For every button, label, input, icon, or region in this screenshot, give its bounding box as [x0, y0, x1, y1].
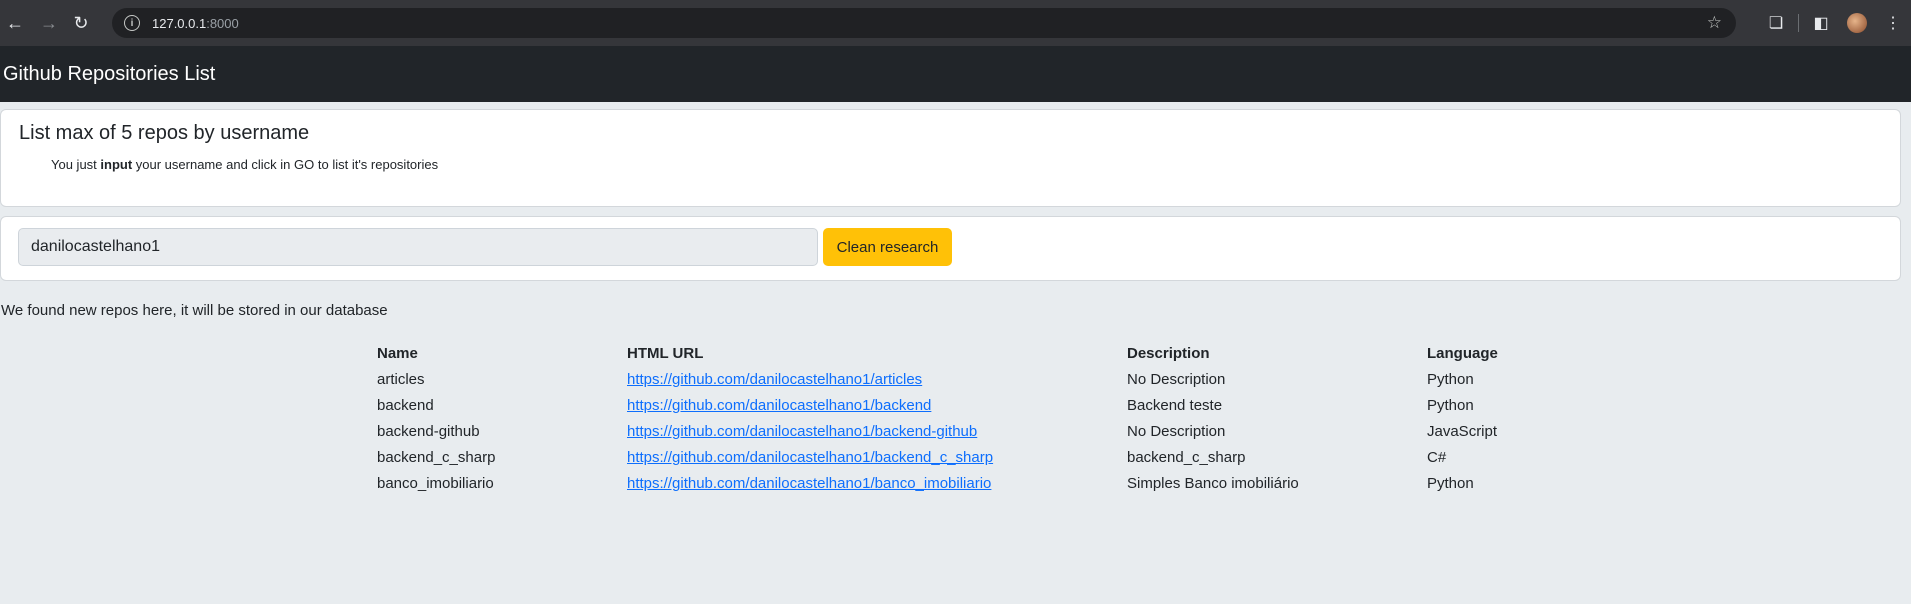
repos-table: Name HTML URL Description Language artic… [377, 340, 1577, 496]
forward-arrow-icon[interactable]: → [36, 10, 62, 36]
profile-avatar[interactable] [1839, 13, 1875, 33]
bookmark-star-icon[interactable]: ☆ [1707, 13, 1722, 33]
intro-text: You just input your username and click i… [51, 157, 439, 172]
repo-url-link[interactable]: https://github.com/danilocastelhano1/bac… [627, 449, 993, 466]
header-url: HTML URL [627, 344, 704, 362]
navbar-brand[interactable]: Github Repositories List [3, 63, 215, 86]
username-input[interactable] [18, 228, 818, 266]
repo-name: backend [377, 396, 434, 414]
address-bar[interactable]: i 127.0.0.1:8000 ☆ [112, 8, 1736, 38]
url-text[interactable]: 127.0.0.1:8000 [152, 16, 239, 31]
extensions-icon[interactable]: ❏ [1758, 13, 1794, 33]
header-description: Description [1127, 344, 1210, 362]
repo-url-link[interactable]: https://github.com/danilocastelhano1/bac… [627, 423, 977, 440]
toolbar-divider [1798, 14, 1799, 32]
repo-name: articles [377, 370, 425, 388]
table-row: backend https://github.com/danilocastelh… [377, 392, 1577, 418]
repo-description: No Description [1127, 370, 1226, 388]
repo-name: backend_c_sharp [377, 448, 496, 466]
repo-description: Backend teste [1127, 396, 1223, 414]
repo-language: JavaScript [1427, 422, 1498, 440]
repo-description: backend_c_sharp [1127, 448, 1246, 466]
repo-url-link[interactable]: https://github.com/danilocastelhano1/ban… [627, 475, 991, 492]
repo-language: Python [1427, 474, 1474, 492]
repo-description: No Description [1127, 422, 1226, 440]
repo-url-link[interactable]: https://github.com/danilocastelhano1/bac… [627, 397, 931, 414]
header-name: Name [377, 344, 418, 362]
avatar [1847, 13, 1867, 33]
intro-title: List max of 5 repos by username [19, 122, 310, 144]
search-card: Clean research [0, 216, 1901, 281]
repo-language: Python [1427, 396, 1474, 414]
repo-name: banco_imobiliario [377, 474, 494, 492]
repo-language: Python [1427, 370, 1474, 388]
table-row: backend_c_sharp https://github.com/danil… [377, 444, 1577, 470]
table-header-row: Name HTML URL Description Language [377, 340, 1577, 366]
clean-research-button[interactable]: Clean research [823, 228, 952, 266]
back-arrow-icon[interactable]: ← [2, 10, 28, 36]
status-message: We found new repos here, it will be stor… [1, 302, 388, 319]
header-language: Language [1427, 344, 1498, 362]
site-info-icon[interactable]: i [124, 15, 140, 31]
browser-toolbar: ← → ↻ i 127.0.0.1:8000 ☆ ❏ ◧ ⋮ [0, 0, 1911, 46]
table-row: backend-github https://github.com/danilo… [377, 418, 1577, 444]
side-panel-icon[interactable]: ◧ [1803, 13, 1839, 33]
repo-description: Simples Banco imobiliário [1127, 474, 1299, 492]
repo-name: backend-github [377, 422, 480, 440]
table-row: banco_imobiliario https://github.com/dan… [377, 470, 1577, 496]
repo-language: C# [1427, 448, 1447, 466]
menu-kebab-icon[interactable]: ⋮ [1875, 13, 1911, 33]
repo-url-link[interactable]: https://github.com/danilocastelhano1/art… [627, 371, 922, 388]
reload-icon[interactable]: ↻ [68, 10, 94, 36]
intro-card: List max of 5 repos by username You just… [0, 109, 1901, 207]
app-navbar: Github Repositories List [0, 46, 1911, 102]
table-row: articles https://github.com/danilocastel… [377, 366, 1577, 392]
